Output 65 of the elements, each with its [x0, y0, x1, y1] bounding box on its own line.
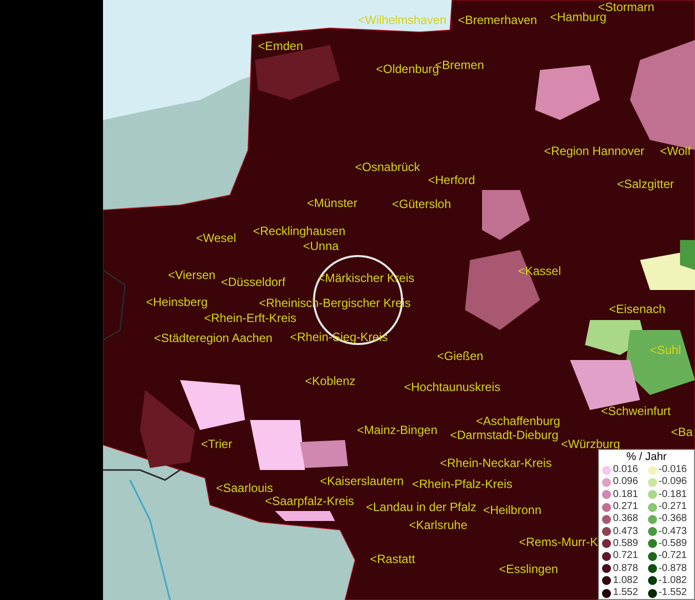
place-label: <Viersen [168, 268, 216, 282]
legend-value: 0.181 [613, 488, 638, 501]
place-label: <Recklinghausen [253, 224, 346, 238]
legend-value: -0.473 [658, 526, 687, 538]
place-label: <Münster [307, 196, 358, 210]
place-label: <Eisenach [609, 302, 666, 316]
legend-value: 0.589 [613, 538, 638, 550]
place-label: <Rastatt [370, 552, 416, 566]
place-label: <Gütersloh [392, 197, 452, 211]
legend-value: 0.721 [613, 550, 638, 562]
place-label: <Rhein-Neckar-Kreis [440, 456, 552, 470]
place-label: <Rhein-Erft-Kreis [204, 311, 296, 325]
legend-value: -0.721 [658, 550, 687, 562]
place-label: <Düsseldorf [221, 275, 286, 289]
legend-value: -0.016 [658, 464, 687, 476]
legend-value: -0.271 [658, 501, 687, 514]
place-label: <Koblenz [305, 374, 356, 388]
legend-value: -0.878 [658, 562, 687, 575]
place-label: <Kassel [518, 264, 562, 278]
place-label: <Wilhelmshaven [358, 13, 446, 27]
place-label: <Wolf [660, 144, 691, 158]
place-label: <Gießen [437, 349, 484, 363]
legend-value: 0.368 [613, 513, 638, 526]
place-label: <Rhein-Pfalz-Kreis [412, 477, 512, 491]
legend-value: -1.552 [658, 587, 687, 600]
place-label: <Salzgitter [617, 177, 674, 191]
legend-value: 0.016 [613, 464, 638, 476]
place-label: <Kaiserslautern [320, 474, 404, 488]
place-label: <Emden [258, 39, 304, 53]
place-label: <Landau in der Pfalz [366, 500, 476, 514]
legend-value: 0.473 [613, 526, 638, 538]
legend-value: 0.096 [613, 476, 638, 488]
place-label: <Schweinfurt [601, 404, 671, 418]
place-label: <Heilbronn [483, 503, 542, 517]
place-label: <Saarlouis [216, 481, 274, 495]
place-label: <Herford [428, 173, 476, 187]
place-label: <Suhl [650, 343, 682, 357]
place-label: <Wesel [196, 231, 236, 245]
legend-value: 1.552 [613, 587, 638, 600]
place-label: <Mainz-Bingen [357, 423, 438, 437]
place-label: <Städteregion Aachen [154, 331, 272, 345]
place-label: <Aschaffenburg [476, 414, 560, 428]
place-label: <Darmstadt-Dieburg [450, 428, 558, 442]
legend-value: -0.368 [658, 513, 687, 526]
place-label: <Region Hannover [544, 144, 644, 158]
place-label: <Karlsruhe [409, 518, 468, 532]
place-label: <Ba [671, 425, 693, 439]
legend-value: 1.082 [613, 574, 638, 587]
legend-value: 0.271 [613, 501, 638, 514]
place-label: <Rems-Murr-K [519, 535, 598, 549]
place-label: <Unna [303, 239, 339, 253]
legend-value: -0.096 [658, 476, 687, 488]
legend-title: % / Jahr [626, 451, 667, 464]
place-label: <Trier [201, 437, 232, 451]
place-label: <Hochtaunuskreis [404, 380, 500, 394]
place-label: <Bremerhaven [458, 13, 538, 27]
place-label: <Saarpfalz-Kreis [265, 494, 354, 508]
legend-value: -0.589 [658, 538, 687, 550]
legend-value: -0.181 [658, 488, 687, 501]
legend-value: 0.878 [613, 562, 638, 575]
place-label: <Heinsberg [146, 295, 208, 309]
legend-value: -1.082 [658, 574, 687, 587]
place-label: <Osnabrück [355, 160, 420, 174]
place-label: <Würzburg [561, 437, 620, 451]
place-label: <Esslingen [499, 562, 558, 576]
